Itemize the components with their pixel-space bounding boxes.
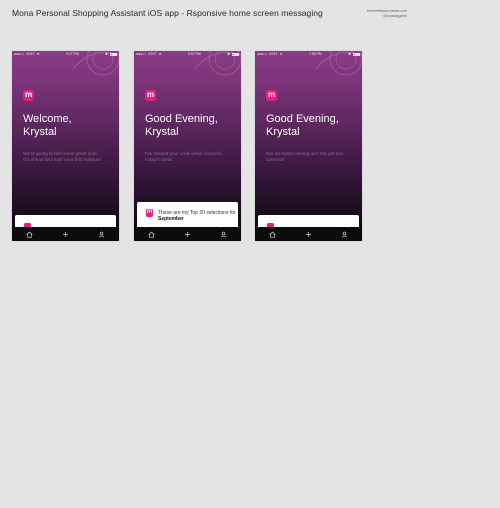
carrier-label: AT&T [148,52,157,56]
wifi-icon: ≋ [36,52,40,56]
greeting: Welcome, Krystal [23,113,113,139]
battery-icon [353,52,360,56]
credit-line-1: thenorthtasks.tumblr.com [367,9,408,13]
card-message: These are my Top 20 selections for Septe… [158,210,236,222]
status-time: 7:55 PM [309,52,322,56]
battery-icon [232,52,239,56]
message-card[interactable] [258,215,359,228]
status-time: 6:57 PM [188,52,201,56]
plus-icon[interactable] [61,230,69,238]
message-card[interactable] [15,215,116,228]
profile-icon[interactable] [219,230,227,238]
status-bar: ●●●○○ AT&T ≋ 9:27 PM ✱ [12,51,119,57]
mona-logo: m [266,90,277,101]
carrier-label: AT&T [26,52,35,56]
signal-icon: ●●●○○ [14,52,25,56]
message-card[interactable]: m These are my Top 20 selections for Sep… [137,202,238,227]
plus-icon[interactable] [183,230,191,238]
bluetooth-icon: ✱ [348,52,351,56]
phone-screen-evening-event: ●●●○○ AT&T ≋ 7:55 PM ✱ m Good Evening, K… [255,51,362,241]
phone-screen-evening-card: ●●●○○ AT&T ≋ 6:57 PM ✱ m Good Evening, K… [134,51,241,241]
tab-bar [12,227,119,241]
signal-icon: ●●●○○ [257,52,268,56]
home-icon[interactable] [26,230,34,238]
greeting-line-1: Welcome, [23,113,72,125]
wifi-icon: ≋ [158,52,162,56]
phone-screen-welcome: ●●●○○ AT&T ≋ 9:27 PM ✱ m Welcome, Krysta… [12,51,119,241]
profile-icon[interactable] [97,230,105,238]
greeting-subtext: Got an event coming up? I've got you cov… [266,151,344,162]
mona-logo: m [23,90,34,101]
card-message-month: September [158,216,184,223]
home-icon[interactable] [269,230,277,238]
greeting-subtext: We're going to find some great stuff. Go… [23,151,101,162]
page-title: Mona Personal Shopping Assistant iOS app… [12,8,323,18]
status-time: 9:27 PM [66,52,79,56]
tab-bar [255,227,362,241]
greeting-line-1: Good Evening, [266,113,339,125]
signal-icon: ●●●○○ [136,52,147,56]
status-bar: ●●●○○ AT&T ≋ 6:57 PM ✱ [134,51,241,57]
greeting-subtext: I've missed you! Look what I found in to… [145,151,222,162]
plus-icon[interactable] [304,230,312,238]
greeting-line-2: Krystal [23,126,57,138]
bluetooth-icon: ✱ [105,52,108,56]
credits: thenorthtasks.tumblr.com @krystalggebe [367,9,407,18]
greeting: Good Evening, Krystal [145,113,235,139]
mona-logo: m [145,90,156,101]
battery-icon [110,52,117,56]
greeting-line-2: Krystal [266,126,300,138]
card-logo-icon: m [146,209,153,217]
status-bar: ●●●○○ AT&T ≋ 7:55 PM ✱ [255,51,362,57]
greeting-line-1: Good Evening, [145,113,218,125]
wifi-icon: ≋ [279,52,283,56]
greeting-line-2: Krystal [145,126,179,138]
profile-icon[interactable] [340,230,348,238]
carrier-label: AT&T [269,52,278,56]
credit-line-2: @krystalggebe [383,13,408,18]
greeting: Good Evening, Krystal [266,113,356,139]
tab-bar [134,227,241,241]
bluetooth-icon: ✱ [227,52,230,56]
home-icon[interactable] [148,230,156,238]
card-message-text: These are my Top 20 selections for [158,210,236,216]
